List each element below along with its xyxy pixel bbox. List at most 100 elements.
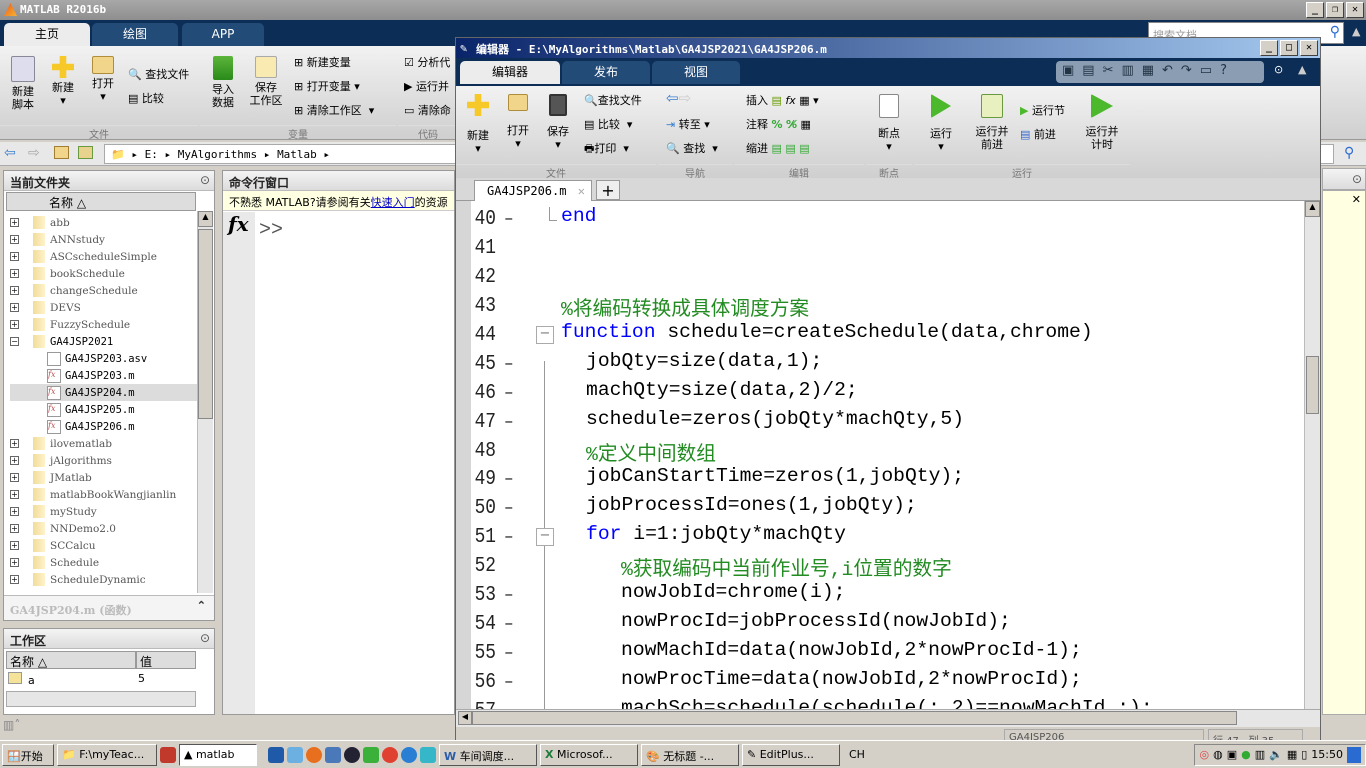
- folder-item[interactable]: fx GA4JSP206.m: [10, 418, 198, 435]
- find-files-button[interactable]: 🔍 查找文件: [128, 68, 189, 81]
- breakpoint-marker[interactable]: –: [504, 379, 514, 408]
- new-variable-button[interactable]: ⊞ 新建变量: [294, 56, 351, 69]
- code-line[interactable]: machSch=schedule(schedule(:,2)==nowMachI…: [621, 697, 1153, 709]
- editor-save-button[interactable]: 保存 ▾: [544, 94, 572, 151]
- code-line[interactable]: %定义中间数组: [586, 437, 716, 466]
- editor-print-button[interactable]: 🖶打印 ▾: [584, 142, 629, 155]
- breakpoint-marker[interactable]: –: [504, 668, 514, 697]
- clear-commands-button[interactable]: ▭ 清除命: [404, 104, 451, 117]
- folder-item[interactable]: − GA4JSP2021: [10, 333, 198, 350]
- code-line[interactable]: function schedule=createSchedule(data,ch…: [561, 321, 1093, 350]
- code-line[interactable]: jobCanStartTime=zeros(1,jobQty);: [586, 465, 964, 494]
- open-variable-button[interactable]: ⊞ 打开变量 ▾: [294, 80, 360, 93]
- expand-icon[interactable]: +: [10, 575, 19, 584]
- app-icon[interactable]: [401, 746, 417, 763]
- app-icon[interactable]: [287, 746, 303, 763]
- back-icon[interactable]: ⇦: [4, 145, 16, 161]
- code-line[interactable]: %获取编码中当前作业号,i位置的数字: [621, 552, 952, 581]
- compare-button[interactable]: ▤ 比较: [128, 92, 164, 105]
- tab-home[interactable]: 主页: [4, 23, 90, 46]
- input-language[interactable]: CH: [849, 748, 865, 761]
- chrome-icon[interactable]: [382, 746, 398, 763]
- show-desktop-icon[interactable]: [1347, 746, 1361, 763]
- code-line[interactable]: end: [561, 205, 596, 234]
- editor-maximize-button[interactable]: □: [1280, 40, 1298, 56]
- taskbar-item-explorer[interactable]: 📁 F:\myTeac...: [57, 743, 157, 766]
- code-line[interactable]: nowJobId=chrome(i);: [621, 581, 845, 610]
- collapse-ribbon-icon[interactable]: ▲: [1352, 25, 1360, 38]
- taskbar-item-excel[interactable]: X Microsof...: [540, 743, 638, 766]
- tab-publish[interactable]: 发布: [562, 61, 650, 84]
- tab-plots[interactable]: 绘图: [92, 23, 178, 46]
- goto-button[interactable]: ⇥ 转至 ▾: [666, 118, 710, 131]
- breakpoint-marker[interactable]: –: [504, 205, 514, 234]
- expand-icon[interactable]: +: [10, 558, 19, 567]
- expand-icon[interactable]: +: [10, 507, 19, 516]
- ws-column-value[interactable]: 值: [136, 651, 196, 669]
- folder-item[interactable]: + myStudy: [10, 503, 198, 520]
- taskbar-item-paint[interactable]: 🎨 无标题 -...: [641, 743, 739, 766]
- close-tab-icon[interactable]: ✕: [578, 184, 585, 198]
- details-bar[interactable]: GA4JSP204.m (函数) ⌃: [4, 595, 214, 620]
- editor-minimize-button[interactable]: _: [1260, 40, 1278, 56]
- run-button[interactable]: 运行 ▾: [926, 94, 956, 153]
- code-line[interactable]: jobQty=size(data,1);: [586, 350, 822, 379]
- ws-column-name[interactable]: 名称 △: [6, 651, 136, 669]
- breakpoint-marker[interactable]: –: [504, 581, 514, 610]
- matlab-app-icon[interactable]: [160, 746, 176, 763]
- editor-close-button[interactable]: ✕: [1300, 40, 1318, 56]
- expand-icon[interactable]: +: [10, 303, 19, 312]
- folder-item[interactable]: fx GA4JSP204.m: [10, 384, 198, 401]
- expand-icon[interactable]: +: [10, 286, 19, 295]
- code-line[interactable]: machQty=size(data,2)/2;: [586, 379, 858, 408]
- folder-item[interactable]: + ilovematlab: [10, 435, 198, 452]
- expand-icon[interactable]: +: [10, 473, 19, 482]
- folder-item[interactable]: + jAlgorithms: [10, 452, 198, 469]
- options-icon[interactable]: ⊙: [1274, 63, 1283, 76]
- new-script-button[interactable]: 新建 脚本: [8, 56, 38, 111]
- code-line[interactable]: nowMachId=data(nowJobId,2*nowProcId-1);: [621, 639, 1082, 668]
- code-hscrollbar[interactable]: ◀: [456, 709, 1320, 727]
- close-button[interactable]: ✕: [1346, 2, 1364, 18]
- ws-row[interactable]: a5: [8, 672, 196, 688]
- folder-item[interactable]: + ANNstudy: [10, 231, 198, 248]
- fold-toggle-icon[interactable]: −: [536, 325, 554, 344]
- folder-scrollbar[interactable]: ▲: [197, 211, 213, 593]
- path-search-icon[interactable]: ⚲: [1344, 145, 1354, 161]
- column-header-name[interactable]: 名称 △: [6, 192, 196, 211]
- expand-icon[interactable]: +: [10, 218, 19, 227]
- breakpoints-button[interactable]: 断点 ▾: [874, 94, 904, 153]
- editor-open-button[interactable]: 打开 ▾: [504, 94, 532, 150]
- code-line[interactable]: for i=1:jobQty*machQty: [586, 523, 846, 552]
- run-and-time-button[interactable]: ▶ 运行并: [404, 80, 449, 93]
- folder-item[interactable]: + ScheduleDynamic: [10, 571, 198, 588]
- restore-button[interactable]: ❐: [1326, 2, 1344, 18]
- app-icon[interactable]: [344, 746, 360, 763]
- code-vscrollbar[interactable]: ▲: [1304, 201, 1320, 709]
- breakpoint-marker[interactable]: –: [504, 350, 514, 379]
- ws-hscrollbar[interactable]: [6, 691, 196, 707]
- tab-apps[interactable]: APP: [182, 23, 264, 46]
- browse-folder-icon[interactable]: [78, 146, 93, 159]
- quick-access-toolbar[interactable]: ▣▤✂▥▦↶↷▭?: [1056, 61, 1264, 83]
- app-icon[interactable]: [420, 746, 436, 763]
- code-line[interactable]: nowProcId=jobProcessId(nowJobId);: [621, 610, 1011, 639]
- folder-item[interactable]: + SCCalcu: [10, 537, 198, 554]
- folder-item[interactable]: + Schedule: [10, 554, 198, 571]
- code-line[interactable]: %将编码转换成具体调度方案: [561, 292, 809, 321]
- find-button[interactable]: 🔍 查找 ▾: [666, 142, 718, 155]
- file-tab-ga4jsp206[interactable]: GA4JSP206.m ✕: [474, 180, 592, 201]
- collapse-icon[interactable]: −: [10, 337, 19, 346]
- run-and-time-button[interactable]: 运行并 计时: [1082, 94, 1122, 151]
- command-prompt[interactable]: >>: [259, 219, 283, 242]
- folder-item[interactable]: + NNDemo2.0: [10, 520, 198, 537]
- expand-icon[interactable]: +: [10, 439, 19, 448]
- firefox-icon[interactable]: [306, 746, 322, 763]
- clear-workspace-button[interactable]: ⊞ 清除工作区 ▾: [294, 104, 374, 117]
- folder-item[interactable]: + abb: [10, 214, 198, 231]
- advance-button[interactable]: ▤ 前进: [1020, 128, 1056, 141]
- folder-item[interactable]: + changeSchedule: [10, 282, 198, 299]
- code-line[interactable]: schedule=zeros(jobQty*machQty,5): [586, 408, 964, 437]
- open-button[interactable]: 打开 ▾: [88, 56, 118, 103]
- folder-item[interactable]: fx GA4JSP203.m: [10, 367, 198, 384]
